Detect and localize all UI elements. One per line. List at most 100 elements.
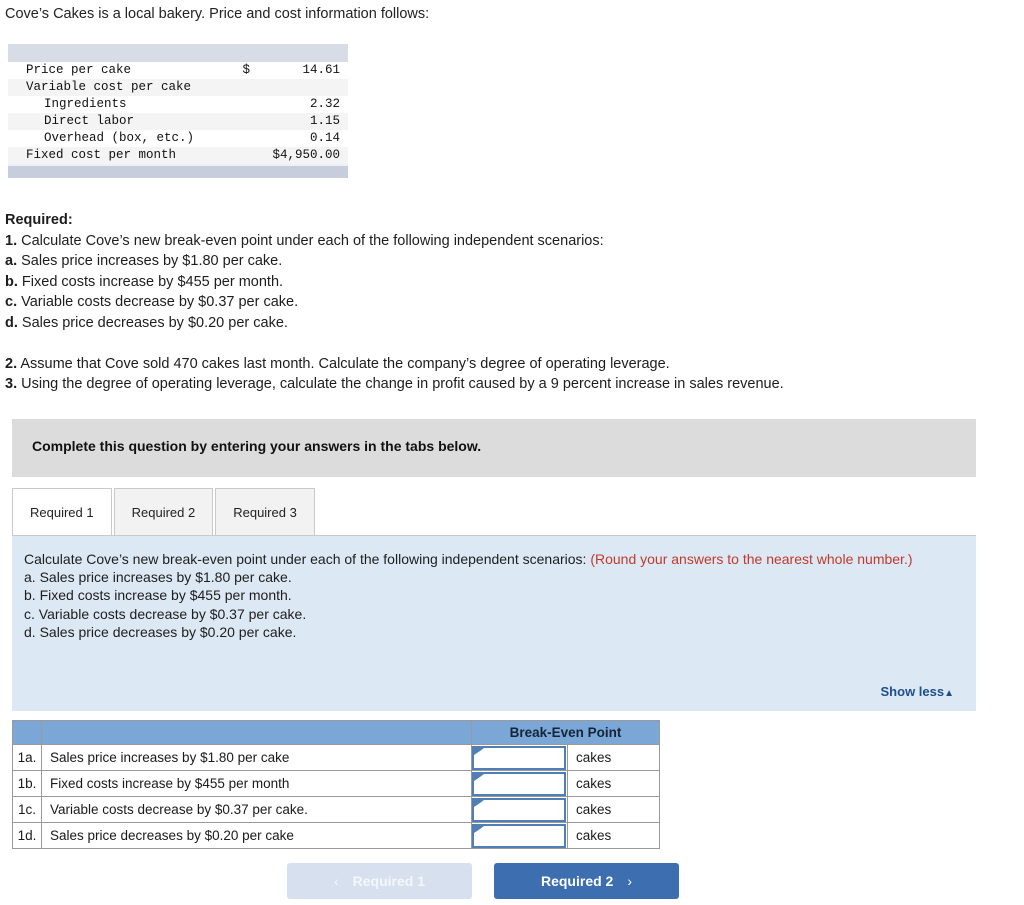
row-value: 1.15 [272, 113, 348, 130]
tab-instruction-round-note: (Round your answers to the nearest whole… [590, 551, 913, 567]
row-label: Direct labor [8, 113, 239, 130]
tab-required-3[interactable]: Required 3 [215, 488, 315, 535]
required-item-3-text: Using the degree of operating leverage, … [21, 376, 784, 393]
row-answer-cell[interactable] [471, 796, 568, 823]
required-item-1d-number: d. [5, 314, 18, 331]
tab-instruction-c: c. Variable costs decrease by $0.37 per … [24, 605, 307, 622]
price-table-row: Variable cost per cake [8, 79, 348, 96]
required-item-1b-number: b. [5, 273, 18, 290]
tab-required-1-label: Required 1 [30, 504, 94, 520]
required-item-2: 2. Assume that Cove sold 470 cakes last … [5, 354, 1019, 375]
required-item-1d: d. Sales price decreases by $0.20 per ca… [5, 313, 1019, 334]
header-description [41, 720, 472, 745]
row-label: Overhead (box, etc.) [8, 130, 239, 147]
row-value: 2.32 [272, 96, 348, 113]
row-answer-cell[interactable] [471, 770, 568, 797]
answer-table-head: Break-Even Point [12, 720, 660, 745]
row-currency [238, 96, 273, 113]
prev-required-label: Required 1 [352, 873, 426, 889]
required-item-1a-number: a. [5, 253, 18, 270]
tab-required-2-label: Required 2 [131, 504, 196, 520]
price-cost-table: Price per cake $ 14.61 Variable cost per… [8, 44, 348, 178]
answer-input-wrapper[interactable] [472, 745, 566, 770]
tab-instruction-b: b. Fixed costs increase by $455 per mont… [24, 587, 292, 604]
break-even-input-1b[interactable] [474, 773, 564, 794]
caret-up-icon: ▲ [944, 688, 954, 699]
table-row: 1b. Fixed costs increase by $455 per mon… [12, 770, 660, 797]
answer-table-header-row: Break-Even Point [12, 720, 660, 745]
header-index [12, 720, 42, 745]
answer-input-wrapper[interactable] [472, 797, 566, 822]
row-currency [238, 130, 273, 147]
answer-table-body: 1a. Sales price increases by $1.80 per c… [12, 744, 660, 849]
price-table-row: Price per cake $ 14.61 [8, 62, 348, 79]
required-item-1-text: Calculate Cove’s new break-even point un… [21, 232, 604, 249]
table-row: 1a. Sales price increases by $1.80 per c… [12, 744, 660, 771]
required-item-1b-text: Fixed costs increase by $455 per month. [21, 273, 284, 290]
table-row: 1d. Sales price decreases by $0.20 per c… [12, 822, 660, 849]
row-index: 1b. [12, 770, 42, 797]
answer-input-wrapper[interactable] [472, 823, 566, 848]
row-answer-cell[interactable] [471, 744, 568, 771]
row-value: 14.61 [272, 62, 348, 79]
price-table-row: Overhead (box, etc.) 0.14 [8, 130, 348, 147]
required-item-1c: c. Variable costs decrease by $0.37 per … [5, 292, 1019, 313]
header-break-even-point: Break-Even Point [471, 720, 660, 745]
intro-text: Cove’s Cakes is a local bakery. Price an… [5, 6, 430, 22]
row-index: 1c. [12, 796, 42, 823]
row-currency [238, 147, 273, 165]
row-label: Ingredients [8, 96, 239, 113]
row-index: 1d. [12, 822, 42, 849]
row-label: Fixed cost per month [8, 147, 239, 165]
next-required-button[interactable]: Required 2 › [494, 863, 679, 899]
row-value: $4,950.00 [272, 147, 348, 165]
row-index: 1a. [12, 744, 42, 771]
row-label: Variable cost per cake [8, 79, 239, 96]
price-table-row: Direct labor 1.15 [8, 113, 348, 130]
show-less-toggle[interactable]: Show less▲ [881, 684, 954, 699]
answer-table: Break-Even Point 1a. Sales price increas… [12, 720, 660, 849]
navigation-buttons: ‹ Required 1 Required 2 › [287, 863, 679, 899]
required-item-1c-number: c. [5, 294, 18, 311]
tab-instruction-panel: Calculate Cove’s new break-even point un… [12, 535, 976, 711]
required-spacer [5, 334, 1019, 354]
requirement-tabs: Required 1 Required 2 Required 3 [12, 488, 317, 535]
tab-instruction-a: a. Sales price increases by $1.80 per ca… [24, 569, 292, 586]
price-table-row: Fixed cost per month $4,950.00 [8, 147, 348, 165]
chevron-left-icon: ‹ [333, 873, 339, 889]
required-item-1a-text: Sales price increases by $1.80 per cake. [21, 253, 283, 270]
required-item-1b: b. Fixed costs increase by $455 per mont… [5, 272, 1019, 293]
required-item-1c-text: Variable costs decrease by $0.37 per cak… [21, 294, 299, 311]
answer-input-wrapper[interactable] [472, 771, 566, 796]
break-even-input-1a[interactable] [474, 747, 564, 768]
table-row: 1c. Variable costs decrease by $0.37 per… [12, 796, 660, 823]
row-answer-cell[interactable] [471, 822, 568, 849]
row-currency [238, 113, 273, 130]
tab-required-3-label: Required 3 [233, 504, 297, 520]
price-table-bottom-band [8, 164, 348, 178]
row-unit: cakes [567, 796, 660, 823]
tab-required-1[interactable]: Required 1 [12, 488, 112, 535]
row-value: 0.14 [272, 130, 348, 147]
row-unit: cakes [567, 744, 660, 771]
tab-instruction-main: Calculate Cove’s new break-even point un… [24, 551, 591, 567]
price-table-body: Price per cake $ 14.61 Variable cost per… [8, 44, 348, 178]
row-description: Variable costs decrease by $0.37 per cak… [41, 796, 472, 823]
required-item-1-number: 1. [5, 232, 18, 249]
row-currency: $ [238, 62, 273, 79]
show-less-label: Show less [880, 684, 945, 699]
tab-required-2[interactable]: Required 2 [113, 488, 214, 535]
required-item-1d-text: Sales price decreases by $0.20 per cake. [21, 314, 288, 331]
tab-instruction-d: d. Sales price decreases by $0.20 per ca… [24, 623, 297, 640]
required-item-1: 1. Calculate Cove’s new break-even point… [5, 231, 1019, 252]
required-item-2-number: 2. [5, 355, 18, 372]
instruction-banner-text: Complete this question by entering your … [32, 438, 482, 454]
price-table-row: Ingredients 2.32 [8, 96, 348, 113]
row-unit: cakes [567, 770, 660, 797]
row-description: Sales price increases by $1.80 per cake [41, 744, 472, 771]
break-even-input-1d[interactable] [474, 825, 564, 846]
question-page: Cove’s Cakes is a local bakery. Price an… [0, 0, 1024, 905]
break-even-input-1c[interactable] [474, 799, 564, 820]
required-section: Required: 1. Calculate Cove’s new break-… [5, 210, 1019, 395]
prev-required-button[interactable]: ‹ Required 1 [287, 863, 472, 899]
